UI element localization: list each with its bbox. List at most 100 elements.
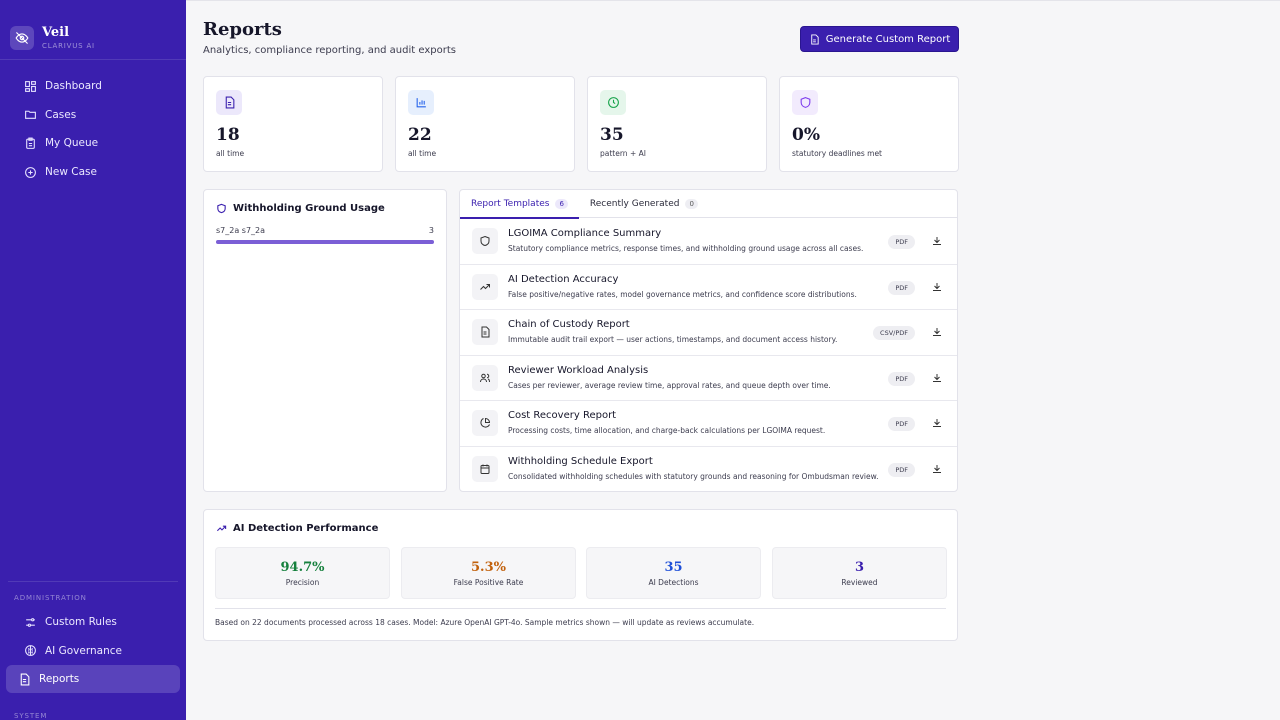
tab-count-badge: 6 <box>555 199 568 209</box>
clipboard-icon <box>23 136 37 150</box>
stat-value: 18 <box>216 125 240 145</box>
eye-off-logo-icon <box>10 26 34 50</box>
template-description: Immutable audit trail export — user acti… <box>508 335 838 344</box>
sidebar-divider <box>8 581 178 582</box>
download-icon[interactable] <box>931 326 943 338</box>
tab-label: Report Templates <box>471 199 550 209</box>
template-row[interactable]: Withholding Schedule Export Consolidated… <box>460 447 957 492</box>
template-description: Consolidated withholding schedules with … <box>508 471 879 481</box>
shield-icon <box>792 90 818 115</box>
template-row[interactable]: LGOIMA Compliance Summary Statutory comp… <box>460 219 957 265</box>
grid-icon <box>23 79 37 93</box>
main-nav: Dashboard Cases My Queue New Case <box>0 60 186 186</box>
sidebar: Veil CLARIVUS AI Dashboard Cases My Queu… <box>0 0 186 720</box>
stat-card-deadlines: 0% statutory deadlines met <box>779 76 959 172</box>
download-icon[interactable] <box>931 372 943 384</box>
nav-label: Cases <box>45 108 77 121</box>
nav-item-dashboard[interactable]: Dashboard <box>6 72 180 101</box>
document-icon <box>216 90 242 115</box>
page-subtitle: Analytics, compliance reporting, and aud… <box>203 45 456 56</box>
nav-item-custom-rules[interactable]: Custom Rules <box>6 608 180 637</box>
download-icon[interactable] <box>931 281 943 293</box>
template-title: Chain of Custody Report <box>508 319 630 330</box>
admin-nav: Custom Rules AI Governance Reports <box>0 608 186 694</box>
template-title: AI Detection Accuracy <box>508 273 619 285</box>
metric-label: Precision <box>285 578 320 587</box>
metric-value: 94.7% <box>280 560 325 575</box>
metric-label: Reviewed <box>841 578 878 587</box>
stat-value: 0% <box>792 125 820 145</box>
template-title: LGOIMA Compliance Summary <box>508 228 662 239</box>
template-row[interactable]: Reviewer Workload Analysis Cases per rev… <box>460 356 957 401</box>
stat-value: 22 <box>408 125 432 145</box>
plus-circle-icon <box>23 165 37 179</box>
usage-row: s7_2a s7_2a 3 <box>216 226 434 235</box>
folder-icon <box>23 108 37 122</box>
format-badge: CSV/PDF <box>873 326 915 340</box>
pie-chart-icon <box>472 410 498 436</box>
nav-item-cases[interactable]: Cases <box>6 101 180 130</box>
system-section-label: SYSTEM <box>14 712 48 720</box>
format-badge: PDF <box>888 371 915 386</box>
metric-false-positive-rate: 5.3% False Positive Rate <box>401 547 576 599</box>
format-badge: PDF <box>888 235 915 249</box>
template-title: Cost Recovery Report <box>508 410 617 421</box>
stat-card-documents: 22 all time <box>395 76 575 172</box>
tab-count-badge: 0 <box>685 199 698 209</box>
usage-bar-fill <box>216 240 434 244</box>
usage-row-label: s7_2a s7_2a <box>216 226 266 235</box>
report-templates-card: Report Templates 6 Recently Generated 0 … <box>459 189 958 492</box>
calendar-icon <box>472 455 498 482</box>
format-badge: PDF <box>888 462 915 477</box>
shield-icon <box>216 203 227 214</box>
nav-label: AI Governance <box>45 644 122 657</box>
trending-up-icon <box>472 273 498 300</box>
nav-item-my-queue[interactable]: My Queue <box>6 129 180 158</box>
stat-card-detections: 35 pattern + AI <box>587 76 767 172</box>
metric-value: 3 <box>854 560 865 575</box>
stat-label: all time <box>408 149 437 158</box>
tab-recently-generated[interactable]: Recently Generated 0 <box>579 190 709 218</box>
nav-label: Reports <box>39 673 80 686</box>
tabs: Report Templates 6 Recently Generated 0 <box>460 190 957 219</box>
nav-label: Custom Rules <box>45 616 117 629</box>
bar-chart-icon <box>408 90 434 115</box>
download-icon[interactable] <box>931 463 943 475</box>
brain-icon <box>23 644 37 658</box>
nav-item-new-case[interactable]: New Case <box>6 158 180 187</box>
nav-item-reports[interactable]: Reports <box>6 665 180 694</box>
shield-icon <box>472 228 498 254</box>
template-row[interactable]: Cost Recovery Report Processing costs, t… <box>460 401 957 447</box>
brand[interactable]: Veil CLARIVUS AI <box>0 0 186 60</box>
format-badge: PDF <box>888 417 915 431</box>
performance-title-text: AI Detection Performance <box>233 523 379 534</box>
metric-value: 5.3% <box>471 560 506 575</box>
nav-item-ai-governance[interactable]: AI Governance <box>6 637 180 666</box>
performance-note: Based on 22 documents processed across 1… <box>215 608 946 627</box>
metric-label: AI Detections <box>648 578 699 587</box>
usage-row-count: 3 <box>428 226 434 235</box>
withholding-ground-usage-card: Withholding Ground Usage s7_2a s7_2a 3 <box>203 189 447 492</box>
generate-button-label: Generate Custom Report <box>825 33 951 45</box>
download-icon[interactable] <box>931 417 943 429</box>
download-icon[interactable] <box>931 235 943 247</box>
nav-label: My Queue <box>45 137 99 150</box>
usage-title-text: Withholding Ground Usage <box>233 203 385 214</box>
template-title: Reviewer Workload Analysis <box>508 364 649 376</box>
template-description: Cases per reviewer, average review time,… <box>508 380 831 390</box>
template-description: False positive/negative rates, model gov… <box>508 289 857 299</box>
template-row[interactable]: Chain of Custody Report Immutable audit … <box>460 310 957 356</box>
admin-section-label: ADMINISTRATION <box>14 594 87 602</box>
users-icon <box>472 364 498 391</box>
main-content: Reports Analytics, compliance reporting,… <box>186 0 1280 720</box>
generate-custom-report-button[interactable]: Generate Custom Report <box>800 26 959 52</box>
document-icon <box>809 33 820 45</box>
tab-report-templates[interactable]: Report Templates 6 <box>460 190 579 219</box>
template-row[interactable]: AI Detection Accuracy False positive/neg… <box>460 265 957 310</box>
stat-label: pattern + AI <box>600 149 646 158</box>
performance-card-title: AI Detection Performance <box>216 523 378 534</box>
metric-ai-detections: 35 AI Detections <box>586 547 761 599</box>
metric-value: 35 <box>664 560 683 575</box>
brand-name: Veil <box>42 25 70 40</box>
sliders-icon <box>23 615 37 629</box>
